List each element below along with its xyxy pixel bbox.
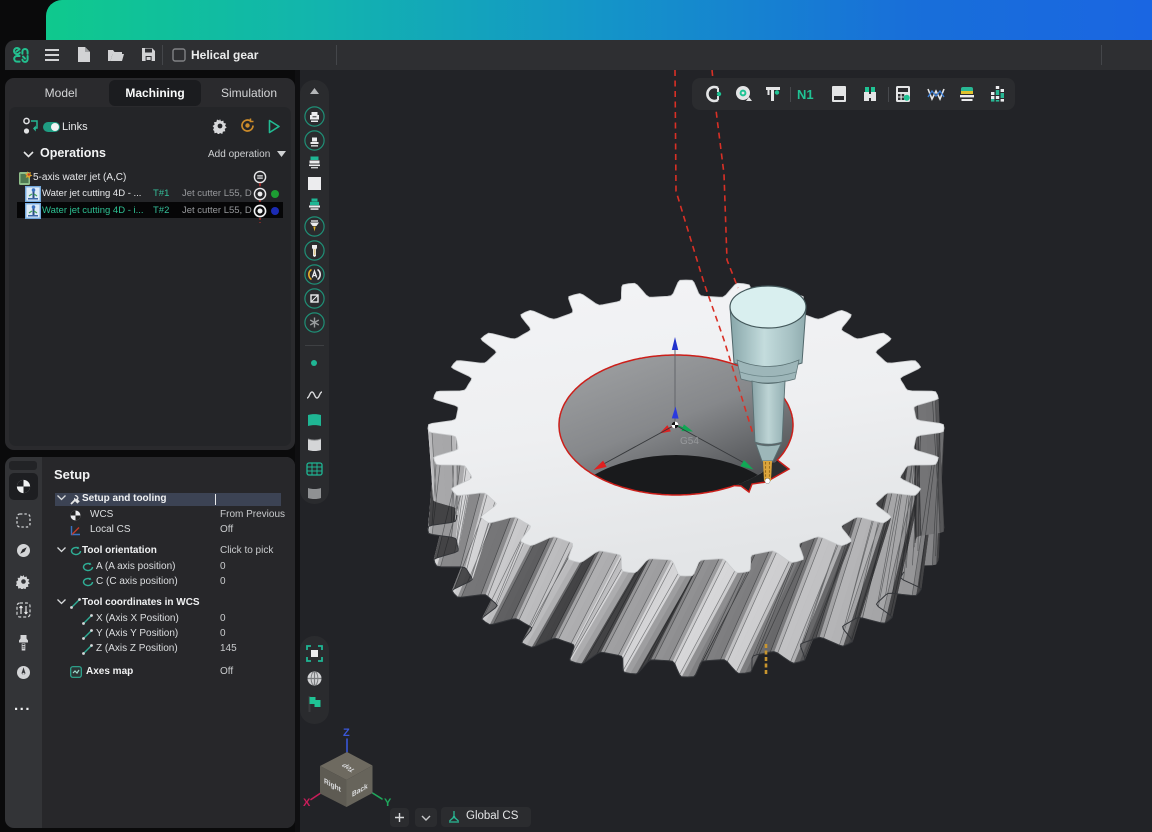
svg-text:Z: Z <box>343 727 350 739</box>
svg-text:G54: G54 <box>680 436 699 447</box>
svg-text:X: X <box>303 797 311 809</box>
svg-text:Y: Y <box>384 797 392 809</box>
